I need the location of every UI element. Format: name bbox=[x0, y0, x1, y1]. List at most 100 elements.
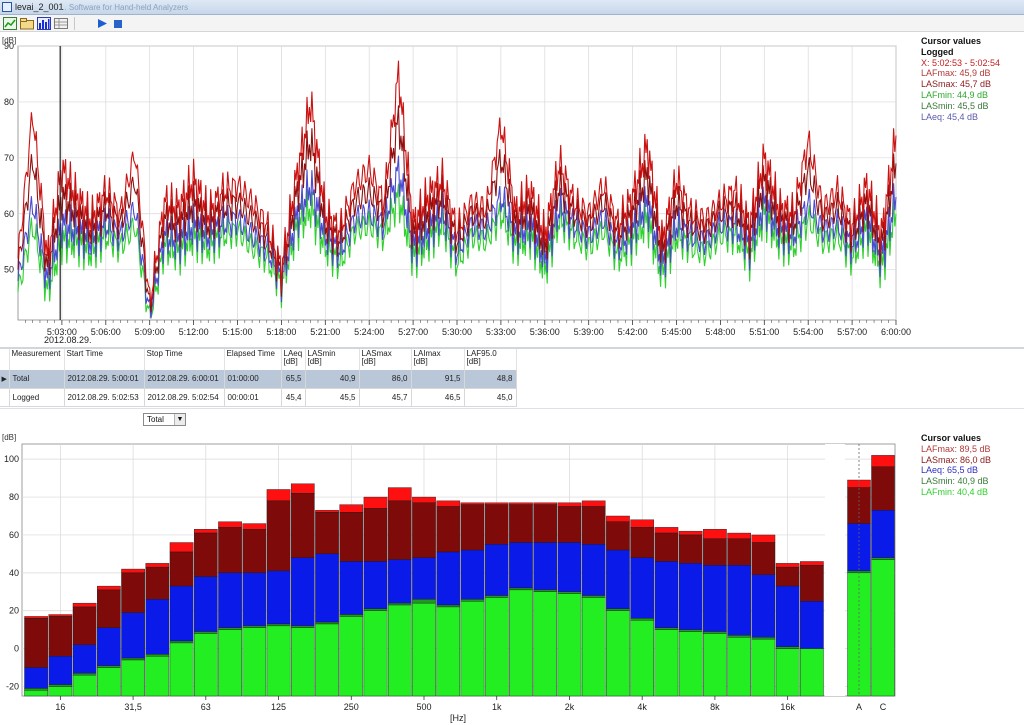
bottom-x-ticks: 16 31,5 63 125 250 500 1k 2k 4k 8k 16k A C bbox=[55, 696, 887, 712]
x-tick-label: 5:36:00 bbox=[530, 327, 560, 337]
bar-LASmin bbox=[218, 627, 242, 630]
y-tick-label: 40 bbox=[9, 568, 19, 578]
stop-icon[interactable] bbox=[111, 17, 125, 30]
bar-LASmax bbox=[242, 529, 267, 574]
play-icon[interactable] bbox=[95, 17, 109, 30]
bar-LAeq bbox=[847, 523, 871, 572]
cursor-legend-bottom: Cursor values LAFmax: 89,5 dB LASmax: 86,… bbox=[921, 433, 991, 498]
bar-LASmin bbox=[412, 599, 436, 604]
bar-LASmax bbox=[169, 551, 194, 587]
bar-chart-icon[interactable] bbox=[37, 17, 51, 30]
bar-LASmax bbox=[412, 502, 436, 558]
bar-LAeq bbox=[775, 585, 800, 647]
bar-LAeq bbox=[121, 612, 145, 659]
bar-LAFmin bbox=[242, 627, 267, 697]
bar-LAFmax bbox=[800, 561, 824, 566]
time-history-chart[interactable]: [dB] 5060708090 5:03:00 5:06:00 5:09:00 5:1… bbox=[0, 32, 918, 347]
bar-LASmin bbox=[751, 637, 776, 640]
legend-entry: LAFmin: 40,4 dB bbox=[921, 486, 989, 497]
app-icon bbox=[2, 2, 12, 12]
bar-LAFmin bbox=[727, 637, 751, 697]
bar-LASmax bbox=[703, 538, 727, 566]
bar-LAFmax bbox=[145, 563, 170, 568]
bar-LAFmax bbox=[606, 515, 630, 522]
bar-LAeq bbox=[97, 627, 121, 666]
bar-LAFmin bbox=[509, 589, 533, 697]
chevron-down-icon[interactable]: ▼ bbox=[174, 414, 185, 425]
bar-LASmax bbox=[121, 572, 145, 613]
x-tick-label: 5:18:00 bbox=[266, 327, 296, 337]
bar-LASmax bbox=[727, 538, 751, 566]
chart-line-icon[interactable] bbox=[3, 17, 17, 30]
bar-LAFmax bbox=[678, 530, 703, 536]
bar-LAeq bbox=[727, 565, 751, 636]
y-tick-label: 0 bbox=[14, 644, 19, 654]
y-tick-label: 100 bbox=[4, 454, 19, 464]
bar-LAeq bbox=[412, 557, 436, 600]
window-caption: ... Software for Hand-held Analyzers bbox=[60, 3, 189, 12]
column-header[interactable]: LAeq [dB] bbox=[281, 349, 306, 370]
bar-LAeq bbox=[218, 572, 242, 628]
bar-LASmin bbox=[193, 631, 218, 634]
x-tick-label: 6:00:00 bbox=[881, 327, 911, 337]
column-header[interactable]: LAImax [dB] bbox=[411, 349, 465, 370]
legend-entry: LAeq: 65,5 dB bbox=[921, 465, 979, 476]
spectrum-chart[interactable]: [dB] -20 0 20 40 60 80 100 16 31,5 63 125 250 500 1k… bbox=[0, 428, 918, 725]
table-icon[interactable] bbox=[54, 17, 68, 30]
x-tick-label: 16 bbox=[55, 702, 65, 712]
bar-LAFmin bbox=[484, 597, 509, 697]
bar-LAeq bbox=[703, 565, 727, 632]
folder-icon[interactable] bbox=[20, 17, 34, 30]
x-tick-label: 5:09:00 bbox=[135, 327, 165, 337]
table-row[interactable]: Logged 2012.08.29. 5:02:53 2012.08.29. 5:0… bbox=[0, 388, 517, 407]
toolbar bbox=[0, 15, 1024, 32]
bar-LASmax bbox=[654, 532, 679, 562]
bar-LAeq bbox=[169, 585, 194, 642]
column-header[interactable]: Elapsed Time bbox=[224, 349, 282, 370]
bar-LAeq bbox=[800, 601, 824, 649]
bar-LASmax bbox=[193, 532, 218, 577]
bar-LAeq bbox=[630, 557, 655, 619]
table-row[interactable]: ▶ Total 2012.08.29. 5:00:01 2012.08.29. 6:0… bbox=[0, 370, 517, 389]
bar-LAeq bbox=[339, 561, 364, 615]
bar-LAFmin bbox=[800, 648, 824, 697]
bar-LAFmax bbox=[193, 529, 218, 534]
bar-LASmax bbox=[581, 506, 606, 545]
column-header[interactable]: Measurement bbox=[9, 349, 65, 370]
x-unit-label: [Hz] bbox=[450, 713, 466, 723]
y-tick-label: 80 bbox=[4, 97, 14, 107]
bar-LASmin bbox=[871, 557, 895, 560]
column-header[interactable]: LASmin [dB] bbox=[305, 349, 360, 370]
bar-LAFmin bbox=[460, 601, 485, 697]
bar-LASmin bbox=[363, 608, 388, 611]
bar-LASmax bbox=[72, 606, 97, 646]
bar-LAFmin bbox=[97, 667, 121, 697]
column-header[interactable]: LAF95.0 [dB] bbox=[464, 349, 517, 370]
bar-LAFmax bbox=[436, 500, 461, 507]
bar-LAFmin bbox=[387, 604, 412, 697]
column-header[interactable]: LASmax [dB] bbox=[359, 349, 412, 370]
measurement-select-value: Total bbox=[147, 415, 164, 424]
bar-LAeq bbox=[581, 544, 606, 596]
bar-LASmax bbox=[751, 542, 776, 575]
column-header[interactable]: Start Time bbox=[64, 349, 145, 370]
bar-LAFmin bbox=[363, 610, 388, 697]
table-cell: Logged bbox=[9, 388, 65, 407]
table-header: Measurement Start Time Stop Time Elapsed Ti… bbox=[0, 349, 517, 370]
legend-entry: LAFmax: 89,5 dB bbox=[921, 443, 991, 454]
bar-LAeq bbox=[509, 542, 533, 589]
bar-LASmin bbox=[460, 599, 485, 602]
bar-LASmin bbox=[387, 602, 412, 606]
x-tick-label: C bbox=[880, 702, 887, 712]
bar-LAFmax bbox=[460, 502, 485, 505]
x-tick-label: 5:27:00 bbox=[398, 327, 428, 337]
bar-LAFmax bbox=[290, 483, 315, 494]
column-header[interactable]: Stop Time bbox=[144, 349, 225, 370]
x-tick-label: 5:21:00 bbox=[310, 327, 340, 337]
bar-LAFmin bbox=[169, 642, 194, 697]
bar-LAFmin bbox=[218, 629, 242, 697]
legend-title: Cursor values bbox=[921, 433, 982, 443]
row-indicator bbox=[0, 388, 10, 407]
measurement-select[interactable]: Total ▼ bbox=[143, 413, 186, 426]
table-cell: 48,8 bbox=[464, 370, 517, 389]
